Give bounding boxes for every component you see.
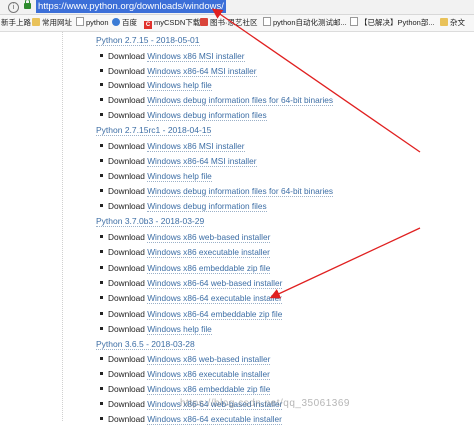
annotation-arrow-installer <box>269 227 421 299</box>
watermark: https://blog.csdn.net/qq_35061369 <box>180 398 350 409</box>
annotation-arrow-url <box>211 8 421 153</box>
annotation-overlay <box>211 8 421 299</box>
